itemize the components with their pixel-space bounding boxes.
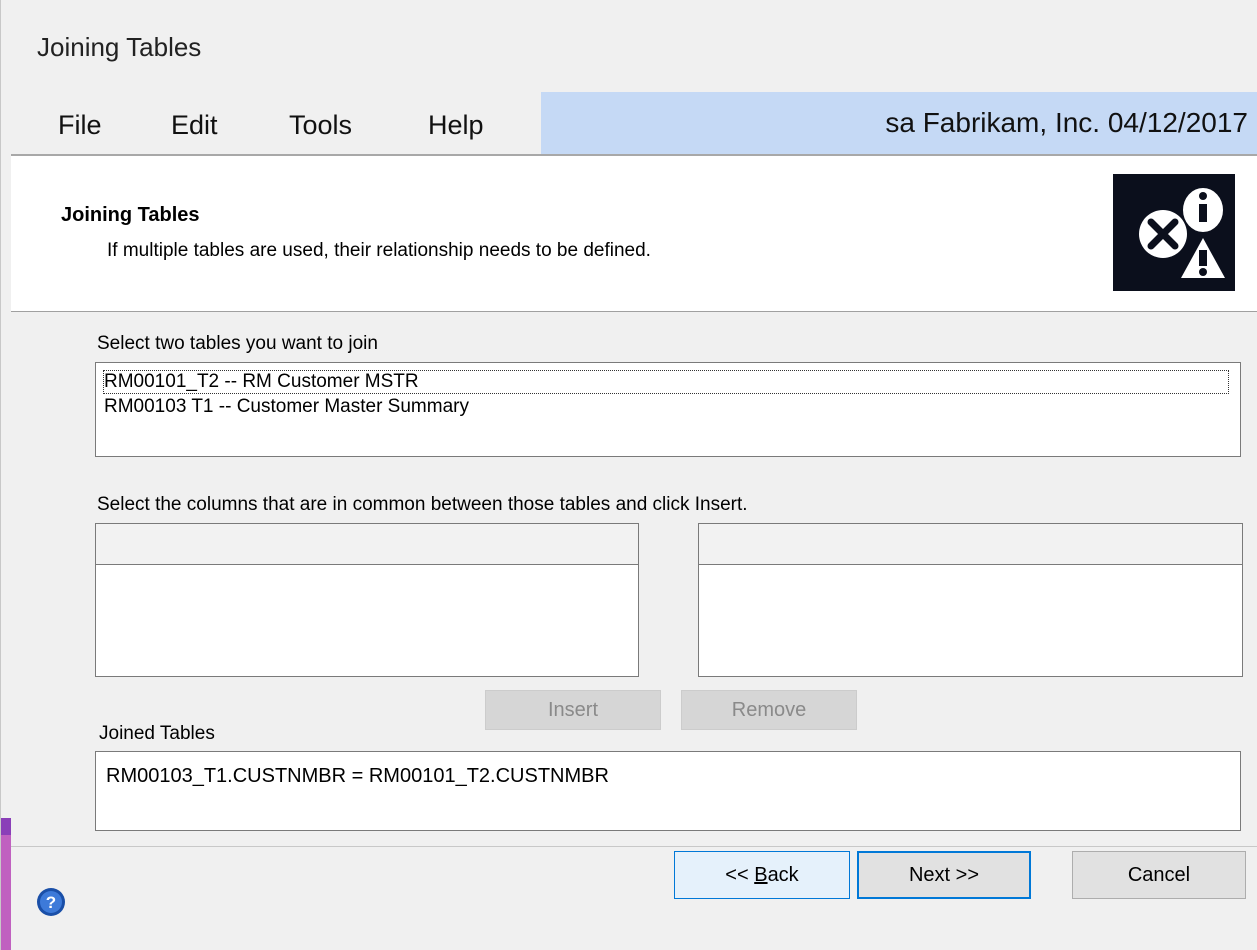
menu-edit[interactable]: Edit — [171, 110, 218, 141]
status-area: sa Fabrikam, Inc. 04/12/2017 — [541, 92, 1257, 154]
list-item[interactable]: RM00103 T1 -- Customer Master Summary — [104, 396, 469, 418]
help-icon[interactable]: ? — [36, 887, 66, 917]
list-item[interactable]: RM00103_T1.CUSTNMBR = RM00101_T2.CUSTNMB… — [106, 765, 609, 788]
menu-file[interactable]: File — [58, 110, 102, 141]
joined-tables-label: Joined Tables — [99, 723, 215, 744]
header-description: If multiple tables are used, their relat… — [107, 240, 651, 261]
menu-tools[interactable]: Tools — [289, 110, 352, 141]
insert-button[interactable]: Insert — [485, 690, 661, 730]
cancel-button[interactable]: Cancel — [1072, 851, 1246, 899]
header-title: Joining Tables — [61, 204, 200, 226]
columns-label: Select the columns that are in common be… — [97, 494, 748, 515]
tables-label: Select two tables you want to join — [97, 333, 378, 354]
column-header — [699, 524, 1242, 565]
left-columns-list[interactable] — [95, 523, 639, 677]
user-company-date: sa Fabrikam, Inc. 04/12/2017 — [885, 107, 1248, 138]
window-title: Joining Tables — [37, 32, 202, 62]
wizard-header: Joining Tables If multiple tables are us… — [11, 156, 1257, 312]
back-button[interactable]: << Back — [674, 851, 850, 899]
tables-list[interactable]: RM00101_T2 -- RM Customer MSTR RM00103 T… — [95, 362, 1241, 457]
joined-tables-list[interactable]: RM00103_T1.CUSTNMBR = RM00101_T2.CUSTNMB… — [95, 751, 1241, 831]
menu-bar: File Edit Tools Help sa Fabrikam, Inc. 0… — [11, 92, 1257, 156]
remove-button[interactable]: Remove — [681, 690, 857, 730]
menu-help[interactable]: Help — [428, 110, 484, 141]
list-item[interactable]: RM00101_T2 -- RM Customer MSTR — [103, 370, 1229, 394]
footer-divider — [11, 846, 1257, 847]
title-bar: Joining Tables — [11, 0, 1257, 92]
background-strip-inner — [1, 835, 11, 950]
right-columns-list[interactable] — [698, 523, 1243, 677]
dialog-window: Joining Tables File Edit Tools Help sa F… — [0, 0, 1257, 950]
next-button[interactable]: Next >> — [857, 851, 1031, 899]
warning-info-error-icon — [1113, 174, 1235, 291]
column-header — [96, 524, 638, 565]
svg-text:?: ? — [46, 893, 56, 912]
